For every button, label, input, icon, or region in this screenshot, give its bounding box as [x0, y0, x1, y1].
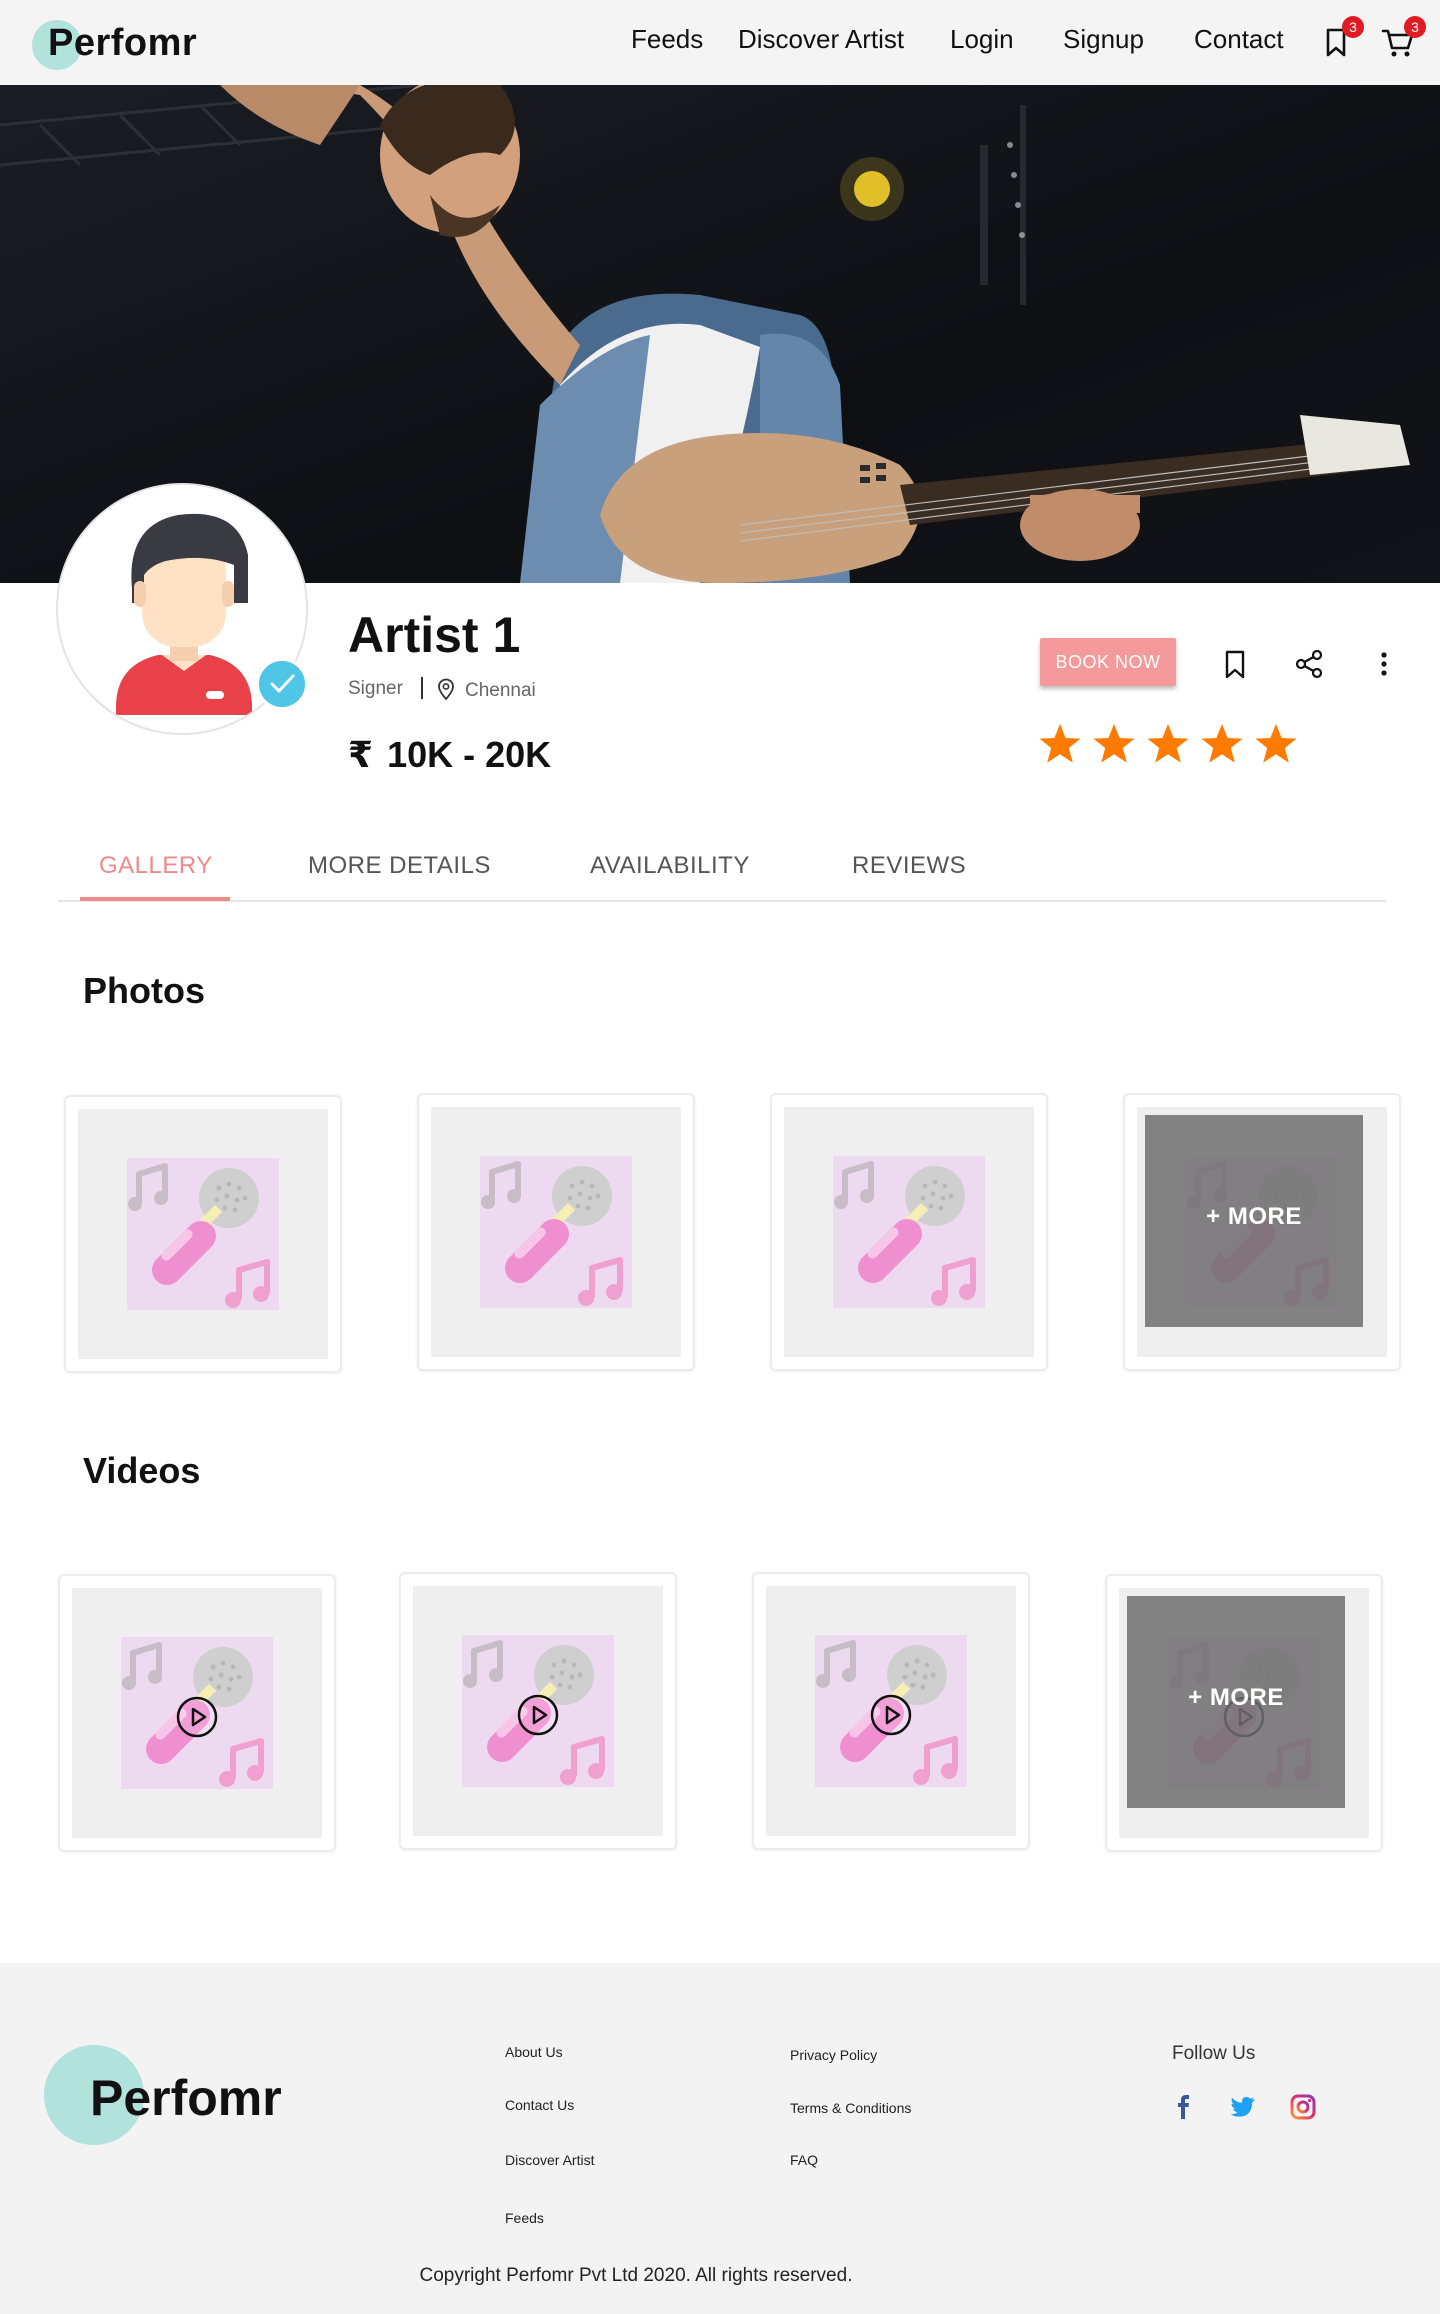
microphone-placeholder-icon — [480, 1156, 632, 1308]
videos-more-tile[interactable]: + MORE — [1105, 1574, 1383, 1852]
top-nav-bar: Perfomr Feeds Discover Artist Login Sign… — [0, 0, 1440, 85]
save-bookmark-icon[interactable] — [1219, 648, 1251, 680]
star-icon — [1201, 724, 1243, 763]
photos-more-tile[interactable]: + MORE — [1123, 1093, 1401, 1371]
play-icon[interactable] — [517, 1694, 559, 1736]
nav-feeds[interactable]: Feeds — [631, 24, 703, 55]
play-icon[interactable] — [870, 1694, 912, 1736]
nav-discover-artist[interactable]: Discover Artist — [738, 24, 904, 55]
photo-frame — [78, 1109, 328, 1359]
tab-gallery[interactable]: GALLERY — [99, 852, 213, 880]
nav-signup[interactable]: Signup — [1063, 24, 1144, 55]
video-frame — [766, 1586, 1016, 1836]
logo-text: Perfomr — [48, 22, 198, 64]
star-icon — [1093, 724, 1135, 763]
verified-check-icon — [256, 658, 308, 710]
photo-frame — [784, 1107, 1034, 1357]
footer-link-privacy-policy[interactable]: Privacy Policy — [790, 2047, 877, 2063]
photo-thumbnail[interactable] — [417, 1093, 695, 1371]
star-icon — [1039, 724, 1081, 763]
star-icon — [1147, 724, 1189, 763]
nav-login[interactable]: Login — [950, 24, 1014, 55]
artist-name: Artist 1 — [348, 607, 521, 663]
rupee-icon: ₹ — [348, 734, 374, 775]
videos-more-label: + MORE — [1188, 1684, 1284, 1711]
footer-link-terms[interactable]: Terms & Conditions — [790, 2100, 911, 2116]
more-overlay: + MORE — [1145, 1115, 1363, 1327]
video-thumbnail[interactable] — [752, 1572, 1030, 1850]
photos-heading: Photos — [83, 970, 205, 1011]
price-value: 10K - 20K — [387, 734, 552, 775]
location-pin-icon — [437, 678, 455, 701]
footer-link-discover-artist[interactable]: Discover Artist — [505, 2152, 594, 2168]
photo-frame — [431, 1107, 681, 1357]
book-now-button[interactable]: BOOK NOW — [1040, 638, 1176, 686]
twitter-icon[interactable] — [1229, 2093, 1257, 2121]
rating-stars — [1038, 722, 1298, 766]
footer-link-feeds[interactable]: Feeds — [505, 2210, 544, 2226]
photo-thumbnail[interactable] — [64, 1095, 342, 1373]
footer-link-contact-us[interactable]: Contact Us — [505, 2097, 574, 2113]
price-range: ₹10K - 20K — [348, 734, 551, 776]
facebook-icon[interactable] — [1170, 2093, 1198, 2121]
tabs-divider — [58, 900, 1386, 902]
artist-role: Signer — [348, 678, 403, 699]
nav-contact[interactable]: Contact — [1194, 24, 1284, 55]
tab-more-details[interactable]: MORE DETAILS — [308, 852, 491, 880]
cart-count-badge: 3 — [1404, 16, 1426, 38]
tab-availability[interactable]: AVAILABILITY — [590, 852, 750, 880]
cart-icon[interactable]: 3 — [1380, 16, 1426, 60]
microphone-placeholder-icon — [127, 1158, 279, 1310]
videos-heading: Videos — [83, 1450, 201, 1491]
footer-link-faq[interactable]: FAQ — [790, 2152, 818, 2168]
video-frame — [72, 1588, 322, 1838]
share-icon[interactable] — [1293, 648, 1325, 680]
video-frame — [413, 1586, 663, 1836]
footer-logo[interactable]: Perfomr — [90, 2069, 282, 2127]
more-overlay: + MORE — [1127, 1596, 1345, 1808]
microphone-placeholder-icon — [833, 1156, 985, 1308]
active-tab-indicator — [80, 897, 230, 901]
copyright-text: Copyright Perfomr Pvt Ltd 2020. All righ… — [419, 2265, 853, 2286]
play-icon[interactable] — [176, 1696, 218, 1738]
photos-more-label: + MORE — [1206, 1203, 1302, 1230]
tab-reviews[interactable]: REVIEWS — [852, 852, 966, 880]
video-thumbnail[interactable] — [58, 1574, 336, 1852]
role-city-divider — [421, 677, 423, 699]
instagram-icon[interactable] — [1289, 2093, 1317, 2121]
bookmark-icon[interactable]: 3 — [1318, 16, 1364, 60]
video-thumbnail[interactable] — [399, 1572, 677, 1850]
artist-city: Chennai — [465, 680, 536, 701]
photo-thumbnail[interactable] — [770, 1093, 1048, 1371]
site-footer: Perfomr About Us Contact Us Discover Art… — [0, 1963, 1440, 2314]
bookmark-count-badge: 3 — [1342, 16, 1364, 38]
footer-link-about-us[interactable]: About Us — [505, 2044, 563, 2060]
star-icon — [1255, 724, 1297, 763]
more-options-icon[interactable] — [1368, 648, 1400, 680]
follow-us-label: Follow Us — [1172, 2043, 1256, 2064]
